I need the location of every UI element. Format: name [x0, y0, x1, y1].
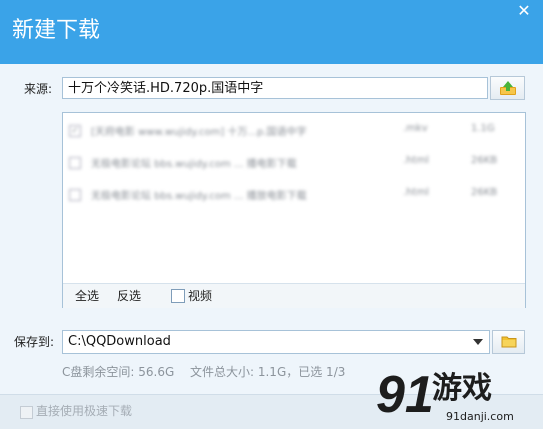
- save-path-select[interactable]: C:\QQDownload: [62, 330, 490, 354]
- file-list-footer: 全选 反选 视频: [63, 283, 525, 308]
- close-icon[interactable]: ✕: [513, 2, 535, 20]
- total-size-text: 文件总大小: 1.1G，已选 1/3: [190, 365, 346, 379]
- invert-selection-link[interactable]: 反选: [117, 284, 141, 308]
- title-bar: 新建下载 ✕: [0, 0, 543, 64]
- file-row[interactable]: 无极电影论坛 bbs.wujidy.com ... 播电影下载 .html 26…: [63, 147, 525, 177]
- watermark-text: 游戏: [432, 371, 492, 406]
- file-checkbox[interactable]: [69, 189, 81, 201]
- watermark-logo: 91 游戏 91danji.com: [376, 368, 536, 426]
- watermark-url: 91danji.com: [446, 410, 514, 423]
- file-name: 无极电影论坛 bbs.wujidy.com ... 播电影下载: [91, 159, 297, 170]
- file-ext: .html: [403, 187, 429, 198]
- chevron-down-icon[interactable]: [473, 339, 483, 345]
- upload-icon: [500, 81, 516, 95]
- file-size: 1.1G: [471, 123, 495, 134]
- upload-button[interactable]: [490, 76, 525, 100]
- video-filter-label: 视频: [188, 289, 213, 303]
- folder-icon: [501, 336, 517, 348]
- fast-download-label: 直接使用极速下载: [36, 404, 133, 418]
- file-list: ✓ [天府电影 www.wujidy.com] 十万...p.国语中字 .mkv…: [62, 112, 526, 308]
- file-ext: .html: [403, 155, 429, 166]
- free-space-text: C盘剩余空间: 56.6G: [62, 365, 175, 379]
- file-ext: .mkv: [403, 123, 428, 134]
- source-input[interactable]: 十万个冷笑话.HD.720p.国语中字: [62, 77, 488, 99]
- new-download-dialog: 新建下载 ✕ 来源: 十万个冷笑话.HD.720p.国语中字 ✓ [天府电影 w…: [0, 0, 543, 429]
- watermark-91-text: 91: [376, 368, 434, 424]
- file-checkbox[interactable]: ✓: [69, 125, 81, 137]
- file-size: 26KB: [471, 155, 498, 166]
- file-list-rows: ✓ [天府电影 www.wujidy.com] 十万...p.国语中字 .mkv…: [63, 113, 525, 283]
- file-name: [天府电影 www.wujidy.com] 十万...p.国语中字: [91, 127, 307, 138]
- file-size: 26KB: [471, 187, 498, 198]
- dialog-title: 新建下载: [12, 18, 101, 43]
- fast-download-checkbox[interactable]: [20, 406, 33, 419]
- save-path-value: C:\QQDownload: [68, 334, 171, 349]
- file-checkbox[interactable]: [69, 157, 81, 169]
- save-to-label: 保存到:: [14, 335, 55, 349]
- file-row[interactable]: 无极电影论坛 bbs.wujidy.com ... 播放电影下载 .html 2…: [63, 179, 525, 209]
- select-all-link[interactable]: 全选: [75, 284, 99, 308]
- file-name: 无极电影论坛 bbs.wujidy.com ... 播放电影下载: [91, 191, 307, 202]
- watermark-91-logo: 91: [376, 368, 434, 424]
- video-filter-checkbox[interactable]: [171, 289, 185, 303]
- source-label: 来源:: [24, 82, 53, 96]
- browse-folder-button[interactable]: [492, 330, 525, 354]
- file-row[interactable]: ✓ [天府电影 www.wujidy.com] 十万...p.国语中字 .mkv…: [63, 115, 525, 145]
